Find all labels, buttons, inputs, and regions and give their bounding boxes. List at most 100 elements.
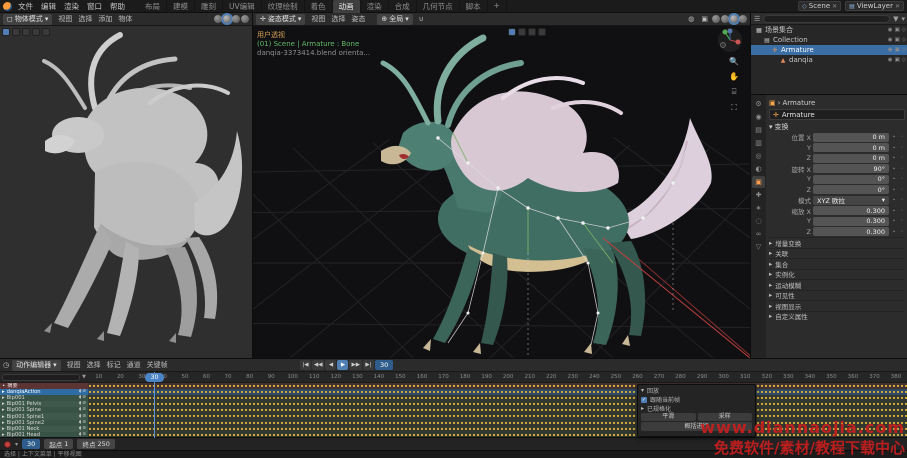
viewport-visibility-icon[interactable]: ▣ xyxy=(895,47,900,53)
mute-speaker-icon[interactable]: ◖ xyxy=(79,395,81,401)
popover-checkbox-row[interactable]: ✓ 跟随当前帧 xyxy=(641,395,752,404)
properties-tab-physics[interactable]: ◌ xyxy=(752,215,765,227)
animate-dot-icon[interactable]: ◦ xyxy=(899,197,905,203)
dope-sheet-type-icon[interactable]: ◷ xyxy=(3,361,9,369)
transform-value-field[interactable]: 0.300 xyxy=(813,227,889,236)
main-mode-dropdown[interactable]: ✛ 姿态模式 ▾ xyxy=(256,14,305,25)
auto-keying-record-icon[interactable] xyxy=(4,441,11,448)
header-frame-field[interactable]: 30 xyxy=(375,360,393,370)
render-visibility-icon[interactable]: ◇ xyxy=(902,57,906,63)
wireframe-shading-icon[interactable] xyxy=(214,15,222,23)
workspace-tab-动画[interactable]: 动画 xyxy=(333,0,361,13)
animate-dot-icon[interactable]: ◦ xyxy=(899,176,905,182)
dope-mode-dropdown[interactable]: 动作编辑器 ▾ xyxy=(12,360,61,371)
move-tool-icon[interactable] xyxy=(22,28,30,36)
outliner-options-icon[interactable]: ▾ xyxy=(901,15,905,23)
mute-speaker-icon[interactable]: ◖ xyxy=(79,407,81,413)
animate-dot-icon[interactable]: ◦ xyxy=(899,134,905,140)
material-shading-icon[interactable] xyxy=(232,15,240,23)
lock-icon[interactable]: ∙ xyxy=(891,218,897,224)
expand-triangle-icon[interactable]: ▸ xyxy=(2,426,5,432)
workspace-tab-雕刻[interactable]: 雕刻 xyxy=(195,0,223,13)
viewport-visibility-icon[interactable]: ▣ xyxy=(895,37,900,43)
left-3d-viewport[interactable]: ◻ 物体模式 ▾ 视图选择添加物体 xyxy=(0,13,253,358)
lock-icon[interactable]: ⊘ xyxy=(82,426,86,432)
snap-magnet-icon[interactable]: ∪ xyxy=(416,15,427,23)
scale-tool-icon[interactable] xyxy=(42,28,50,36)
main-menu-选择[interactable]: 选择 xyxy=(328,14,348,24)
hide-eye-icon[interactable]: ◉ xyxy=(888,37,893,43)
playback-btn-1-button[interactable]: ◀◀ xyxy=(312,360,324,370)
playback-btn-5-button[interactable]: ▶| xyxy=(363,360,374,370)
animate-dot-icon[interactable]: ◦ xyxy=(899,187,905,193)
workspace-tab-合成[interactable]: 合成 xyxy=(389,0,417,13)
zoom-icon[interactable]: 🔍 xyxy=(729,57,739,66)
animate-dot-icon[interactable]: ◦ xyxy=(899,218,905,224)
solid-shading-icon[interactable] xyxy=(721,15,729,23)
lock-icon[interactable]: ∙ xyxy=(891,176,897,182)
panel-视图显示[interactable]: ▸视图显示 xyxy=(769,300,905,311)
lock-icon[interactable]: ∙ xyxy=(891,229,897,235)
popover-header[interactable]: ▾ 回放 xyxy=(641,386,752,395)
wireframe-shading-icon[interactable] xyxy=(712,15,720,23)
render-visibility-icon[interactable]: ◇ xyxy=(902,47,906,53)
playhead-frame-badge[interactable]: 30 xyxy=(145,373,164,382)
outliner-row-armature[interactable]: ✛Armature◉▣◇ xyxy=(751,45,907,55)
workspace-tab-+[interactable]: + xyxy=(488,0,507,13)
toggle-ortho-icon[interactable]: ⛶ xyxy=(729,103,739,113)
left-menu-添加[interactable]: 添加 xyxy=(95,14,115,24)
mute-speaker-icon[interactable]: ◖ xyxy=(79,414,81,420)
left-mode-dropdown[interactable]: ◻ 物体模式 ▾ xyxy=(3,14,52,25)
transform-value-field[interactable]: 0° xyxy=(813,175,889,184)
lock-icon[interactable]: ⊘ xyxy=(82,414,86,420)
properties-tab-particles[interactable]: ∗ xyxy=(752,202,765,214)
panel-自定义属性[interactable]: ▸自定义属性 xyxy=(769,311,905,322)
expand-triangle-icon[interactable]: ▸ xyxy=(2,420,5,426)
popover-button-2[interactable]: 采样 xyxy=(698,413,753,421)
select-tool-icon[interactable] xyxy=(2,28,10,36)
pose-model-canvas[interactable] xyxy=(253,13,750,358)
rotate-tool-icon[interactable] xyxy=(32,28,40,36)
properties-tab-world[interactable]: ◐ xyxy=(752,163,765,175)
mute-speaker-icon[interactable]: ◖ xyxy=(79,401,81,407)
frame-ruler[interactable]: 1020304050607080901001101201301401501601… xyxy=(88,372,907,383)
playback-btn-0-button[interactable]: |◀ xyxy=(300,360,311,370)
rotate-tool-icon[interactable] xyxy=(538,28,546,36)
transform-value-field[interactable]: 0.300 xyxy=(813,206,889,215)
playback-btn-4-button[interactable]: ▶▶ xyxy=(349,360,361,370)
mute-speaker-icon[interactable]: ◖ xyxy=(79,420,81,426)
workspace-tab-渲染[interactable]: 渲染 xyxy=(361,0,389,13)
blender-logo-icon[interactable] xyxy=(3,2,12,11)
panel-集合[interactable]: ▸集合 xyxy=(769,258,905,269)
object-name-field[interactable]: ✛ Armature xyxy=(769,109,905,120)
outliner-row-scene-collection[interactable]: ▦场景集合◉▣◇ xyxy=(751,25,907,35)
camera-view-icon[interactable]: ⌸ xyxy=(729,87,739,97)
lock-icon[interactable]: ⊘ xyxy=(82,420,86,426)
left-menu-选择[interactable]: 选择 xyxy=(75,14,95,24)
scene-selector[interactable]: ◇ Scene ✕ xyxy=(798,1,841,11)
properties-tab-object[interactable]: ▣ xyxy=(752,176,765,188)
keyframe-area[interactable] xyxy=(88,383,907,438)
transform-value-field[interactable]: 0 m xyxy=(813,133,889,142)
panel-运动模糊[interactable]: ▸运动模糊 xyxy=(769,279,905,290)
lock-icon[interactable]: ⊘ xyxy=(82,395,86,401)
xray-icon[interactable]: ▣ xyxy=(698,15,711,23)
main-menu-视图[interactable]: 视图 xyxy=(308,14,328,24)
remove-view-layer-icon[interactable]: ✕ xyxy=(895,3,900,10)
expand-triangle-icon[interactable]: ▸ xyxy=(2,401,5,407)
filter-funnel-icon[interactable]: ▼ xyxy=(893,15,898,23)
transform-value-field[interactable]: 0 m xyxy=(813,154,889,163)
panel-实例化[interactable]: ▸实例化 xyxy=(769,269,905,280)
workspace-tab-脚本[interactable]: 脚本 xyxy=(460,0,488,13)
properties-tab-object-data[interactable]: ▽ xyxy=(752,241,765,253)
lock-icon[interactable]: ∙ xyxy=(891,134,897,140)
cursor-tool-icon[interactable] xyxy=(518,28,526,36)
topbar-menu-渲染[interactable]: 渲染 xyxy=(60,1,83,12)
pan-hand-icon[interactable]: ✋ xyxy=(729,72,739,81)
transform-value-field[interactable]: XYZ 欧拉▾ xyxy=(813,196,889,205)
transform-orientation-dropdown[interactable]: ⊕ 全局 ▾ xyxy=(377,14,412,25)
lock-icon[interactable]: ∙ xyxy=(891,145,897,151)
expand-triangle-icon[interactable]: ▸ xyxy=(2,407,5,413)
render-visibility-icon[interactable]: ◇ xyxy=(902,37,906,43)
channel-filter-icon[interactable]: ▼ xyxy=(82,374,86,380)
